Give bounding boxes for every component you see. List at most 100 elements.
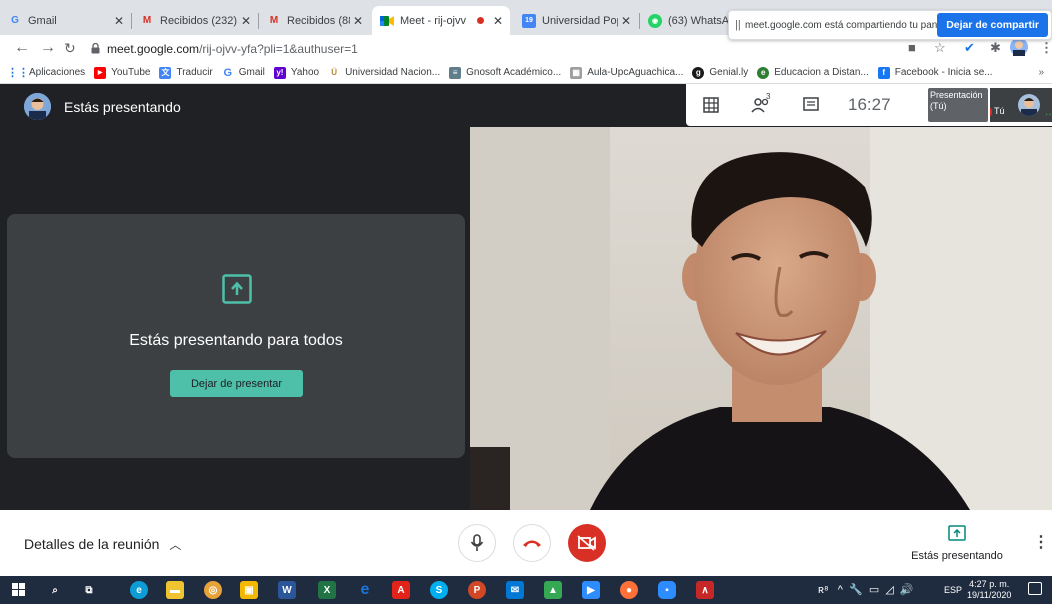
taskbar-clock[interactable]: 4:27 p. m. 19/11/2020: [967, 579, 1011, 601]
photos-icon[interactable]: ▲: [544, 581, 562, 599]
bookmarks-overflow-icon[interactable]: »: [1038, 67, 1044, 78]
bookmark-genially[interactable]: g Genial.ly: [692, 66, 749, 79]
present-screen-icon: [948, 525, 966, 541]
task-view-icon[interactable]: ⧉: [80, 581, 98, 599]
presenting-now-label: Estás presentando: [911, 550, 1003, 562]
zoom-icon[interactable]: ▪: [658, 581, 676, 599]
bookmark-traducir[interactable]: 文 Traducir: [159, 66, 213, 79]
more-dots-icon[interactable]: ..: [1045, 104, 1052, 118]
stop-presenting-button[interactable]: Dejar de presentar: [170, 370, 303, 397]
self-thumbnail[interactable]: Tú ..: [990, 88, 1052, 122]
participant-video: [470, 127, 1052, 510]
close-icon[interactable]: ✕: [618, 14, 634, 28]
chrome-menu-icon[interactable]: ⋮: [1040, 40, 1052, 56]
forward-icon[interactable]: →: [40, 39, 56, 57]
bookmark-label: Gmail: [238, 67, 265, 78]
self-avatar: [1018, 94, 1040, 116]
bookmark-educacion[interactable]: e Educacion a Distan...: [757, 66, 869, 79]
bookmarks-bar: ⋮⋮ Aplicaciones ▶ YouTube 文 Traducir G G…: [0, 62, 1052, 84]
meeting-details-button[interactable]: Detalles de la reunión ︿: [24, 536, 181, 553]
microphone-button[interactable]: [458, 524, 496, 562]
tab-whatsapp[interactable]: ◉ (63) WhatsAp: [640, 6, 728, 35]
firefox-icon[interactable]: ●: [620, 581, 638, 599]
camera-icon[interactable]: ■: [908, 40, 916, 55]
more-options-icon[interactable]: ⋮: [1033, 532, 1049, 552]
recording-dot-icon: [477, 17, 484, 24]
search-icon[interactable]: ⌕: [46, 581, 64, 599]
drag-handle-icon[interactable]: ||: [735, 19, 745, 31]
close-icon[interactable]: ✕: [490, 14, 506, 28]
tab-recibidos-232[interactable]: M Recibidos (232) - y ✕: [132, 6, 258, 35]
gmail-icon: M: [269, 15, 279, 26]
bookmark-facebook[interactable]: f Facebook - Inicia se...: [877, 66, 993, 79]
presentation-thumb-title: Presentación: [930, 90, 983, 100]
close-icon[interactable]: ✕: [238, 14, 254, 28]
gmail-icon: M: [142, 15, 152, 26]
chevron-up-icon: ︿: [169, 538, 182, 552]
chrome-icon[interactable]: ◎: [204, 581, 222, 599]
participants-icon[interactable]: 3: [736, 92, 786, 113]
address-bar[interactable]: meet.google.com/rij-ojvv-yfa?pli=1&authu…: [107, 42, 358, 56]
bookmark-label: Aplicaciones: [29, 67, 86, 78]
tab-meet[interactable]: Meet - rij-ojvv ✕: [372, 6, 510, 35]
bookmark-aplicaciones[interactable]: ⋮⋮ Aplicaciones: [7, 67, 86, 79]
chat-icon[interactable]: [786, 97, 836, 113]
video-app-icon[interactable]: ▶: [582, 581, 600, 599]
screen-share-bar: || meet.google.com está compartiendo tu …: [728, 10, 1052, 40]
language-indicator[interactable]: ESP: [944, 585, 962, 595]
notifications-icon[interactable]: [1028, 582, 1042, 595]
profile-avatar[interactable]: [1010, 38, 1028, 59]
app-icon[interactable]: ∧: [696, 581, 714, 599]
extensions-icon[interactable]: ✱: [990, 40, 1001, 56]
bookmark-aula[interactable]: ▦ Aula-UpcAguachica...: [570, 66, 683, 79]
microphone-icon: [470, 534, 484, 551]
excel-icon[interactable]: X: [318, 581, 336, 599]
clock-date: 19/11/2020: [967, 590, 1012, 600]
presenter-avatar: [24, 93, 51, 120]
tab-recibidos-88[interactable]: M Recibidos (88) - p ✕: [259, 6, 370, 35]
bookmark-gmail[interactable]: G Gmail: [222, 67, 265, 79]
bookmark-gnosoft[interactable]: ≡ Gnosoft Académico...: [449, 66, 561, 79]
stop-sharing-button[interactable]: Dejar de compartir: [937, 13, 1048, 37]
hang-up-icon: [523, 540, 541, 547]
bookmark-youtube[interactable]: ▶ YouTube: [94, 66, 150, 79]
bookmark-label: Yahoo: [290, 67, 320, 78]
star-icon[interactable]: ☆: [934, 40, 946, 56]
store-icon[interactable]: ▣: [240, 581, 258, 599]
close-icon[interactable]: ✕: [350, 14, 366, 28]
word-icon[interactable]: W: [278, 581, 296, 599]
file-explorer-icon[interactable]: ▬: [166, 581, 184, 599]
internet-explorer-icon[interactable]: e: [356, 581, 374, 599]
presentation-thumbnail[interactable]: Presentación (Tú): [928, 88, 988, 122]
presenting-now-button[interactable]: Estás presentando: [905, 525, 1009, 562]
extension-check-icon[interactable]: ✔: [964, 40, 975, 56]
windows-start-icon[interactable]: [10, 581, 28, 599]
close-icon[interactable]: ✕: [111, 14, 127, 28]
skype-icon[interactable]: S: [430, 581, 448, 599]
windows-taskbar: ⌕ ⧉ e ▬ ◎ ▣ W X e A S P ✉ ▲ ▶ ● ▪ ∧ ʀ⁸ ^…: [0, 576, 1052, 604]
layout-grid-icon[interactable]: [686, 97, 736, 113]
education-icon: e: [757, 66, 770, 79]
bookmark-label: Genial.ly: [709, 67, 749, 78]
presenting-card: Estás presentando para todos Dejar de pr…: [7, 214, 465, 458]
reload-icon[interactable]: ↻: [64, 39, 76, 57]
mail-icon[interactable]: ✉: [506, 581, 524, 599]
meet-top-panel: 3 16:27 Presentación (Tú) Tú ..: [686, 84, 1052, 126]
tab-title: Gmail: [28, 14, 57, 27]
camera-toggle-button[interactable]: [568, 524, 606, 562]
back-icon[interactable]: ←: [14, 39, 30, 57]
acrobat-icon[interactable]: A: [392, 581, 410, 599]
tab-gmail[interactable]: G Gmail ✕: [0, 6, 131, 35]
screen: G Gmail ✕ M Recibidos (232) - y ✕ M Reci…: [0, 0, 1052, 604]
tab-universidad[interactable]: 19 Universidad Popul ✕: [514, 6, 638, 35]
bookmark-universidad[interactable]: Ü Universidad Nacion...: [328, 67, 440, 79]
presenting-title: Estás presentando: [64, 99, 181, 115]
edge-icon[interactable]: e: [130, 581, 148, 599]
system-tray[interactable]: ʀ⁸ ^ 🔧 ▭ ◿ 🔊: [818, 583, 914, 596]
meet-icon: [380, 14, 394, 28]
bookmark-yahoo[interactable]: y! Yahoo: [273, 66, 320, 79]
powerpoint-icon[interactable]: P: [468, 581, 486, 599]
lock-icon[interactable]: [91, 41, 100, 59]
gnosoft-icon: ≡: [449, 66, 462, 79]
hang-up-button[interactable]: [513, 524, 551, 562]
